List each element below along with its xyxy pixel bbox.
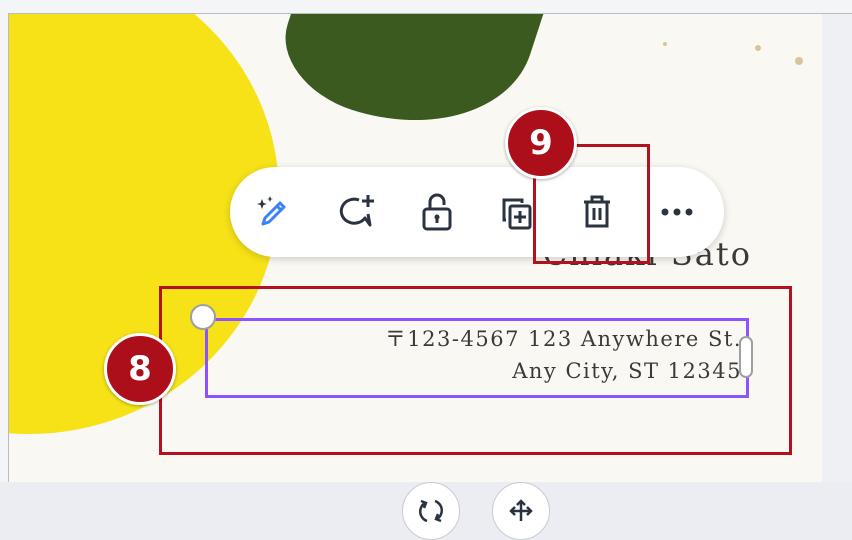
highlight-box-8 [159, 286, 792, 455]
lock-icon[interactable] [414, 189, 460, 235]
decorative-speck [795, 57, 803, 65]
move-button[interactable] [492, 482, 550, 540]
annotation-badge-8: 8 [104, 333, 176, 405]
move-icon [509, 499, 533, 521]
window-left-edge [0, 13, 9, 483]
canvas-right-gutter [822, 14, 852, 482]
add-comment-icon[interactable] [334, 189, 380, 235]
more-icon[interactable] [654, 189, 700, 235]
rotate-button[interactable] [402, 482, 460, 540]
decorative-speck [755, 45, 761, 51]
decorative-speck [663, 42, 667, 46]
annotation-badge-9: 9 [505, 107, 577, 179]
magic-pen-icon[interactable] [250, 189, 296, 235]
rotate-icon [418, 499, 444, 523]
window-top-edge [0, 0, 852, 14]
